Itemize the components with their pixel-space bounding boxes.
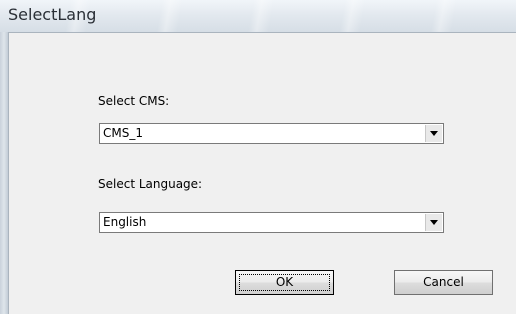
language-select[interactable]: English (99, 212, 444, 233)
chevron-down-icon (430, 220, 438, 225)
cms-label: Select CMS: (98, 94, 170, 108)
ok-button-label: OK (275, 275, 294, 289)
cancel-button[interactable]: Cancel (394, 270, 493, 295)
dialog-body: Select CMS: CMS_1 Select Language: Engli… (8, 32, 516, 314)
window-title: SelectLang (8, 5, 97, 24)
title-bar[interactable]: SelectLang (0, 0, 516, 32)
cms-select[interactable]: CMS_1 (99, 123, 444, 144)
cms-dropdown-button[interactable] (425, 125, 442, 142)
cancel-button-label: Cancel (423, 275, 464, 289)
selectlang-dialog: SelectLang Select CMS: CMS_1 Select Lang… (0, 0, 516, 314)
language-select-value: English (103, 215, 147, 229)
language-label: Select Language: (98, 177, 203, 191)
chevron-down-icon (430, 131, 438, 136)
ok-button[interactable]: OK (235, 270, 334, 295)
window-frame-left (0, 32, 8, 314)
cms-select-value: CMS_1 (103, 126, 143, 140)
language-dropdown-button[interactable] (425, 214, 442, 231)
